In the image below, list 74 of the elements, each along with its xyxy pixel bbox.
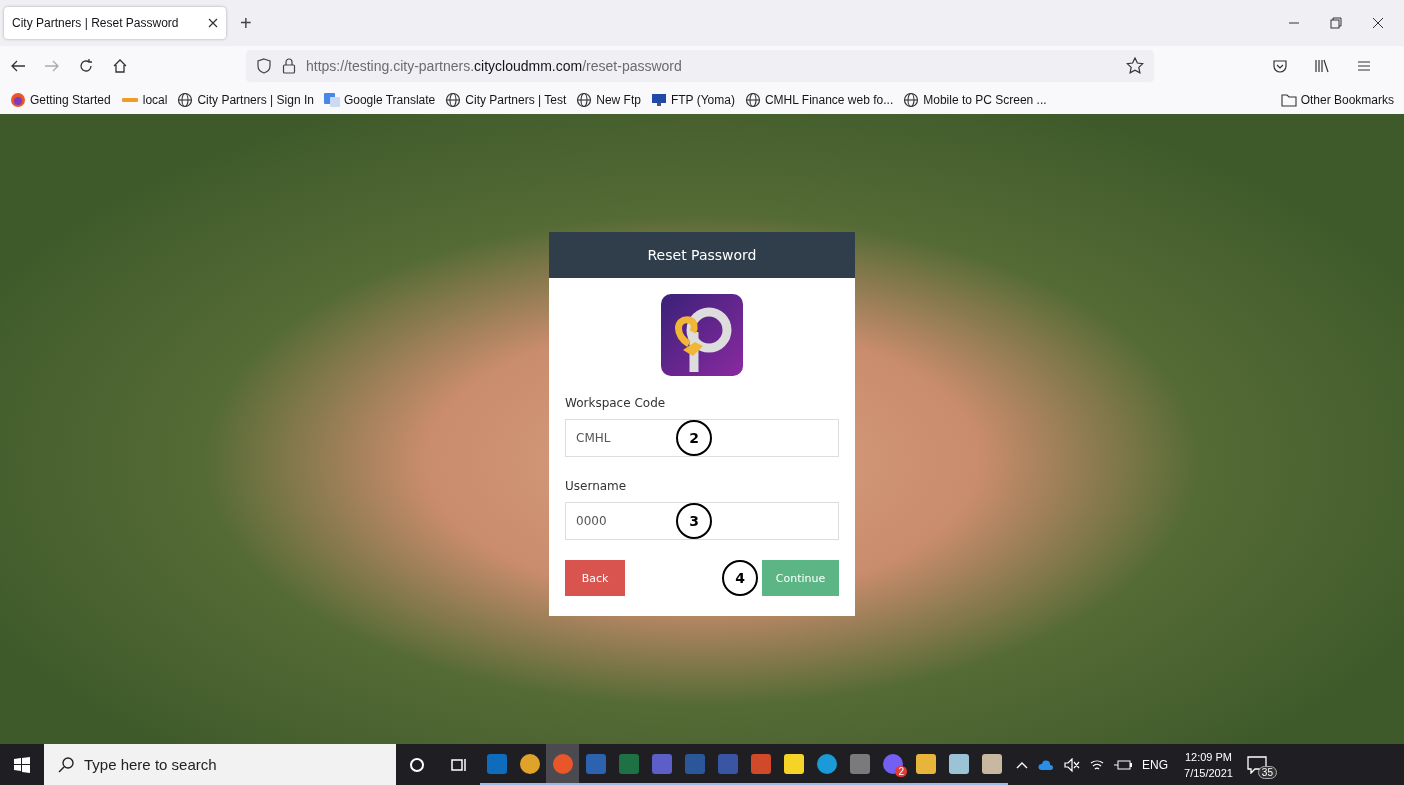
folder-icon [1280, 92, 1297, 108]
task-view-icon[interactable] [451, 756, 467, 773]
wifi-icon[interactable] [1090, 757, 1104, 772]
globe-icon [576, 92, 593, 108]
app-icon [518, 752, 541, 775]
home-icon[interactable] [112, 58, 128, 74]
star-icon[interactable] [1126, 57, 1144, 75]
cortana-icon[interactable] [409, 756, 425, 773]
close-icon[interactable] [208, 18, 218, 28]
app-icon [650, 752, 673, 775]
globe-icon [903, 92, 920, 108]
windows-start-icon[interactable] [14, 756, 30, 773]
menu-icon[interactable] [1356, 58, 1372, 74]
input-field[interactable]: 0000 3 [565, 502, 839, 540]
app-icon [749, 752, 772, 775]
library-icon[interactable] [1314, 58, 1330, 74]
language-indicator[interactable]: ENG [1142, 757, 1168, 772]
bookmark-item[interactable]: Google Translate [323, 92, 436, 108]
back-button[interactable]: Back [565, 560, 625, 596]
globe-icon [445, 92, 462, 108]
taskbar-app[interactable]: 2 [876, 744, 909, 785]
muted-speaker-icon[interactable] [1064, 757, 1080, 772]
search-icon [58, 756, 74, 773]
notification-count: 35 [1257, 766, 1277, 779]
bookmark-item[interactable]: local [120, 92, 168, 108]
address-bar[interactable]: https://testing.city-partners.citycloudmm.com/reset-password [246, 50, 1154, 82]
app-icon [683, 752, 706, 775]
bookmark-item[interactable]: Mobile to PC Screen ... [903, 92, 1047, 108]
callout-number: 4 [722, 560, 758, 596]
bookmark-item[interactable]: FTP (Yoma) [650, 92, 735, 108]
bookmark-item[interactable]: Getting Started [10, 92, 111, 108]
url-text: https://testing.city-partners.citycloudmm.com/reset-password [306, 58, 682, 74]
battery-icon[interactable] [1114, 758, 1132, 771]
app-icon [980, 752, 1003, 775]
shield-icon [256, 58, 272, 74]
input-field[interactable]: CMHL 2 [565, 419, 839, 457]
lock-icon [282, 58, 296, 74]
taskbar-search-field[interactable]: Type here to search [44, 744, 396, 785]
app-icon [782, 752, 805, 775]
app-icon [914, 752, 937, 775]
field-label: Workspace Code [565, 396, 667, 410]
app-icon [485, 752, 508, 775]
app-icon [815, 752, 838, 775]
app-icon [947, 752, 970, 775]
app-icon [848, 752, 871, 775]
new-tab-button[interactable]: + [232, 11, 260, 35]
dialog-title: Reset Password [549, 232, 855, 278]
browser-tab[interactable]: City Partners | Reset Password [4, 7, 226, 39]
callout-number: 3 [676, 503, 712, 539]
app-icon [584, 752, 607, 775]
notification-badge: 2 [895, 766, 907, 777]
reload-icon[interactable] [78, 58, 94, 74]
back-arrow-icon[interactable] [10, 58, 26, 74]
close-icon[interactable] [1372, 17, 1384, 29]
field-label: Username [565, 479, 628, 493]
globe-icon [744, 92, 761, 108]
app-icon [881, 752, 904, 775]
restore-icon[interactable] [1330, 17, 1342, 29]
bookmark-item[interactable]: New Ftp [576, 92, 641, 108]
taskbar-clock[interactable]: 12:09 PM 7/15/2021 [1184, 748, 1233, 781]
pocket-icon[interactable] [1272, 58, 1288, 74]
globe-icon [177, 92, 194, 108]
monitor-icon [650, 92, 667, 108]
cloud-icon[interactable] [1038, 758, 1054, 771]
app-icon [617, 752, 640, 775]
translate-icon [323, 92, 340, 108]
app-logo-icon [661, 294, 743, 376]
bookmark-item[interactable]: CMHL Finance web fo... [744, 92, 894, 108]
other-bookmarks-item[interactable]: Other Bookmarks [1280, 92, 1394, 108]
bookmark-item[interactable]: City Partners | Sign In [177, 92, 314, 108]
callout-number: 2 [676, 420, 712, 456]
app-icon [551, 752, 574, 775]
bookmark-item[interactable]: City Partners | Test [445, 92, 567, 108]
app-icon [716, 752, 739, 775]
